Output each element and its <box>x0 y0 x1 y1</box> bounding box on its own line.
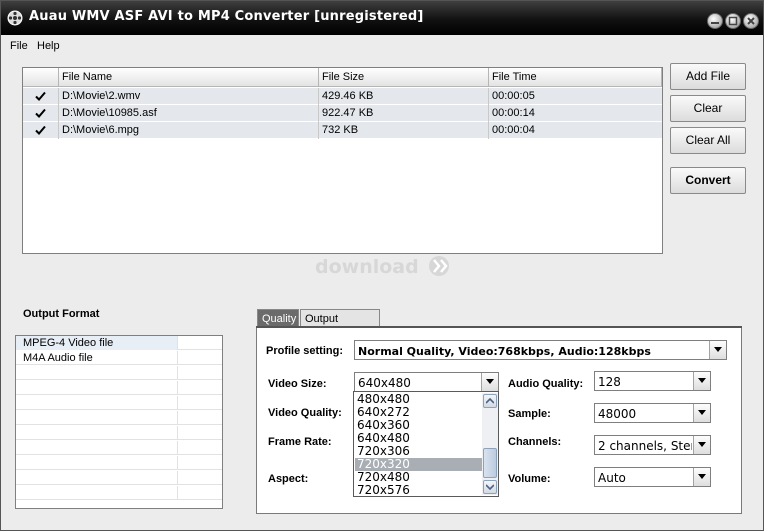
format-item-label: M4A Audio file <box>16 351 178 365</box>
volume-label: Volume: <box>508 473 551 485</box>
minimize-button[interactable] <box>707 13 723 29</box>
row-check-cell[interactable] <box>23 122 59 139</box>
output-format-title: Output Format <box>23 308 100 320</box>
table-row[interactable]: D:\Movie\6.mpg 732 KB 00:00:04 <box>23 122 662 139</box>
clear-all-button[interactable]: Clear All <box>670 127 746 154</box>
convert-button[interactable]: Convert <box>670 167 746 194</box>
empty-row <box>16 441 222 455</box>
menu-file[interactable]: File <box>10 40 28 52</box>
profile-setting-value: Normal Quality, Video:768kbps, Audio:128… <box>358 345 651 358</box>
app-window: Auau WMV ASF AVI to MP4 Converter [unreg… <box>0 0 764 531</box>
scroll-down-icon[interactable] <box>483 480 497 494</box>
video-size-select[interactable]: 640x480 <box>354 372 499 392</box>
volume-value: Auto <box>598 471 626 485</box>
row-file-time: 00:00:04 <box>492 124 535 136</box>
video-size-value: 640x480 <box>358 376 411 390</box>
checkmark-icon[interactable] <box>35 91 46 102</box>
empty-row <box>16 381 222 395</box>
video-size-label: Video Size: <box>268 378 327 390</box>
title-bar[interactable]: Auau WMV ASF AVI to MP4 Converter [unreg… <box>1 1 763 35</box>
checkmark-icon[interactable] <box>35 108 46 119</box>
film-reel-icon <box>7 10 25 26</box>
file-list-table[interactable]: File Name File Size File Time D:\Movie\2… <box>22 67 663 254</box>
table-header: File Name File Size File Time <box>23 68 662 87</box>
row-check-cell[interactable] <box>23 88 59 105</box>
header-file-name[interactable]: File Name <box>59 68 319 87</box>
empty-row <box>16 396 222 410</box>
channels-label: Channels: <box>508 436 562 448</box>
chevron-down-icon[interactable] <box>693 468 710 486</box>
sample-label: Sample: <box>508 408 551 420</box>
channels-select[interactable]: 2 channels, Ster <box>594 435 711 455</box>
header-file-time[interactable]: File Time <box>489 68 662 87</box>
empty-row <box>16 366 222 380</box>
table-row[interactable]: D:\Movie\2.wmv 429.46 KB 00:00:05 <box>23 88 662 105</box>
row-file-name: D:\Movie\2.wmv <box>59 88 319 105</box>
audio-quality-select[interactable]: 128 <box>594 371 711 391</box>
dropdown-option[interactable]: 720x576 <box>355 484 482 497</box>
profile-setting-label: Profile setting: <box>266 345 344 357</box>
chevron-down-icon[interactable] <box>481 373 498 391</box>
audio-quality-label: Audio Quality: <box>508 378 584 390</box>
chevron-down-icon[interactable] <box>709 341 726 359</box>
chevron-down-icon[interactable] <box>693 372 710 390</box>
frame-rate-label: Frame Rate: <box>268 436 332 448</box>
audio-quality-value: 128 <box>598 375 621 389</box>
empty-row <box>16 456 222 470</box>
header-file-size[interactable]: File Size <box>319 68 489 87</box>
add-file-button[interactable]: Add File <box>670 63 746 90</box>
list-item[interactable]: MPEG-4 Video file <box>16 336 222 350</box>
table-row[interactable]: D:\Movie\10985.asf 922.47 KB 00:00:14 <box>23 105 662 122</box>
close-button[interactable] <box>743 13 759 29</box>
format-item-label: MPEG-4 Video file <box>16 336 178 350</box>
empty-row <box>16 426 222 440</box>
watermark-logo: download <box>315 254 455 280</box>
maximize-button[interactable] <box>725 13 741 29</box>
list-item[interactable]: M4A Audio file <box>16 351 222 365</box>
menu-help[interactable]: Help <box>37 40 60 52</box>
scrollbar-thumb[interactable] <box>483 448 497 478</box>
sample-value: 48000 <box>598 407 637 421</box>
aspect-label: Aspect: <box>268 473 309 485</box>
clear-button[interactable]: Clear <box>670 95 746 122</box>
row-file-name: D:\Movie\10985.asf <box>59 105 319 122</box>
chevron-down-icon[interactable] <box>693 404 710 422</box>
row-file-size: 922.47 KB <box>319 105 489 122</box>
video-quality-label: Video Quality: <box>268 407 342 419</box>
video-size-dropdown[interactable]: 480x480 640x272 640x360 640x480 720x306 … <box>353 391 499 497</box>
window-title: Auau WMV ASF AVI to MP4 Converter [unreg… <box>29 9 424 24</box>
header-check <box>23 68 59 87</box>
row-file-size: 732 KB <box>319 122 489 139</box>
row-file-time: 00:00:14 <box>492 107 535 119</box>
row-file-time: 00:00:05 <box>492 90 535 102</box>
tab-output-setting[interactable]: Output Setting <box>300 309 380 337</box>
volume-select[interactable]: Auto <box>594 467 711 487</box>
menu-bar: File Help <box>1 35 763 57</box>
profile-setting-select[interactable]: Normal Quality, Video:768kbps, Audio:128… <box>354 340 727 360</box>
sample-select[interactable]: 48000 <box>594 403 711 423</box>
chevron-down-icon[interactable] <box>693 436 710 454</box>
row-file-size: 429.46 KB <box>319 88 489 105</box>
empty-row <box>16 471 222 485</box>
checkmark-icon[interactable] <box>35 125 46 136</box>
dropdown-scrollbar[interactable] <box>482 393 498 495</box>
row-file-name: D:\Movie\6.mpg <box>59 122 319 139</box>
scroll-up-icon[interactable] <box>483 394 497 408</box>
tab-quality[interactable]: Quality <box>257 309 299 327</box>
empty-row <box>16 486 222 500</box>
watermark-text: download <box>315 256 419 278</box>
row-check-cell[interactable] <box>23 105 59 122</box>
output-format-list[interactable]: MPEG-4 Video file M4A Audio file <box>15 335 223 509</box>
channels-value: 2 channels, Ster <box>598 439 692 453</box>
empty-row <box>16 411 222 425</box>
